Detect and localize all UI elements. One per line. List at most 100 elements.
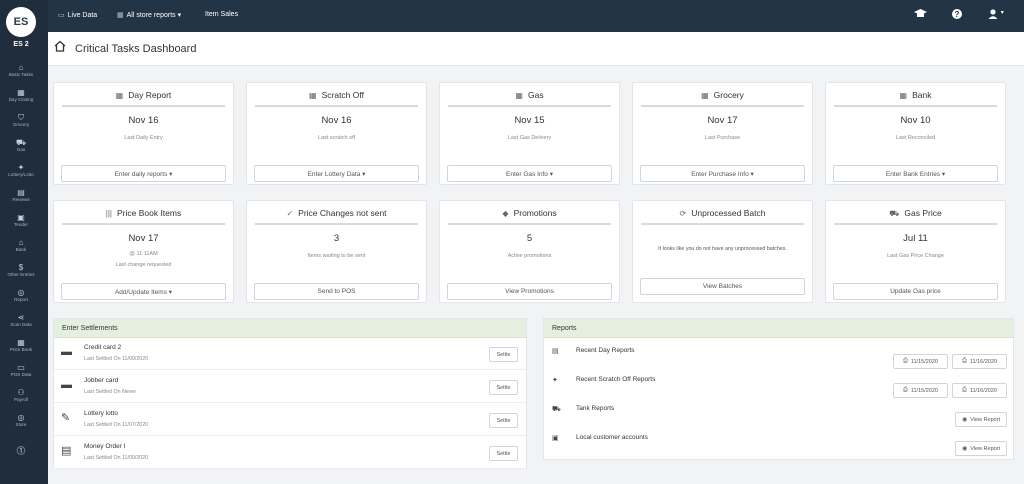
settlement-row: ✎ Lottery lotto Last Settled On 11/07/2020… <box>54 405 526 436</box>
sidebar-item-scan-data[interactable]: ⋖ Scan Data <box>0 308 42 333</box>
card-value: Nov 17 <box>707 115 738 126</box>
card-title: ▦ Bank <box>834 90 997 107</box>
grocery-icon: ⛉ <box>18 113 24 122</box>
unprocessed-batch-card: ⟳ Unprocessed Batch It looks like you do n… <box>632 200 813 303</box>
card-subtitle: Last Daily Entry <box>124 135 163 141</box>
report-button-label: 11/16/2020 <box>969 358 997 365</box>
page-title: Critical Tasks Dashboard <box>75 43 197 55</box>
bank-icon: ⌂ <box>18 238 24 247</box>
scratch-off-button[interactable]: Enter Lottery Data ▾ <box>254 165 419 182</box>
card-title: ◆ Promotions <box>448 208 611 225</box>
card-title: ⛟ Gas Price <box>834 208 997 225</box>
gas-price-button[interactable]: Update Gas price <box>833 283 998 300</box>
day-report-button[interactable]: Enter daily reports ▾ <box>61 165 226 182</box>
gas-button[interactable]: Enter Gas Info ▾ <box>447 165 612 182</box>
card-title-text: Promotions <box>513 208 557 218</box>
card-subtitle: Last Gas Delivery <box>507 135 552 141</box>
report-row: ✦ Recent Scratch Off Reports ⎙ 11/15/2020 ⎙ 1… <box>544 372 1013 401</box>
sidebar-nav: ⌂ Basic Tasks ▦ Day Closing ⛉ Grocery ⛟ Gas ✦ Lot… <box>0 58 42 433</box>
sidebar-item-report[interactable]: ◎ Report <box>0 283 42 308</box>
sidebar-item-store[interactable]: ◎ Store <box>0 408 42 433</box>
sidebar-item-tender[interactable]: ▣ Tender <box>0 208 42 233</box>
gas-price-card: ⛟ Gas Price Jul 11 Last Gas Price Change Upd… <box>825 200 1006 303</box>
card-title-text: Unprocessed Batch <box>691 208 766 218</box>
bank-card: ▦ Bank Nov 10 Last Reconciled Enter Bank Ent… <box>825 82 1006 185</box>
sidebar-item-reviews[interactable]: ▤ Reviews <box>0 183 42 208</box>
card-value: Nov 10 <box>900 115 931 126</box>
sidebar-item-label: Other Entries <box>7 272 35 277</box>
scratch-off-card: ▦ Scratch Off Nov 16 Last scratch off Enter … <box>246 82 427 185</box>
report-name: Recent Day Reports <box>576 347 635 354</box>
bank-button[interactable]: Enter Bank Entries ▾ <box>833 165 998 182</box>
view-report-button[interactable]: ◉ View Report <box>955 412 1007 427</box>
help-icon[interactable]: ? <box>952 9 962 22</box>
sidebar-item-gas[interactable]: ⛟ Gas <box>0 133 42 158</box>
lottery-lotto-icon: ✦ <box>17 163 25 172</box>
settle-button[interactable]: Settle <box>489 413 518 428</box>
card-value: 3 <box>333 233 340 244</box>
settle-button[interactable]: Settle <box>489 446 518 461</box>
item-sales-link[interactable]: Item Sales <box>205 11 238 18</box>
user-menu[interactable]: ▾ <box>988 9 1004 22</box>
settle-button[interactable]: Settle <box>489 347 518 362</box>
sidebar-item-other-entries[interactable]: $ Other Entries <box>0 258 42 283</box>
settlement-row: ▬ Credit card 2 Last Settled On 11/09/2020… <box>54 339 526 370</box>
sidebar-item-day-closing[interactable]: ▦ Day Closing <box>0 83 42 108</box>
id-card-icon: ▣ <box>552 435 559 442</box>
sidebar-item-bank[interactable]: ⌂ Bank <box>0 233 42 258</box>
sidebar-item-label: Report <box>14 297 28 302</box>
sidebar-item-grocery[interactable]: ⛉ Grocery <box>0 108 42 133</box>
credit-card-icon: ▬ <box>61 346 72 358</box>
grocery-card: ▦ Grocery Nov 17 Last Purchase Enter Purchas… <box>632 82 813 185</box>
sidebar-item-label: Price Book <box>9 347 33 352</box>
card-value: Nov 16 <box>128 115 159 126</box>
sidebar-item-payroll[interactable]: ⚇ Payroll <box>0 383 42 408</box>
report-row: ▣ Local customer accounts ◉ View Report <box>544 430 1013 459</box>
report-date-button[interactable]: ⎙ 11/15/2020 <box>893 354 948 369</box>
card-subtitle: Last Purchase <box>704 135 741 141</box>
sidebar-item-lottery-lotto[interactable]: ✦ Lottery/Lotto <box>0 158 42 183</box>
sidebar-item-pos-data[interactable]: ▭ POS Data <box>0 358 42 383</box>
user-icon <box>988 9 998 19</box>
ticket-icon: ✎ <box>61 412 71 424</box>
sidebar-item-basic-tasks[interactable]: ⌂ Basic Tasks <box>0 58 42 83</box>
price-book-items-button[interactable]: Add/Update Items ▾ <box>61 283 226 300</box>
report-date-button[interactable]: ⎙ 11/16/2020 <box>952 383 1007 398</box>
print-icon: ⎙ <box>903 358 908 364</box>
card-subtitle-2: Last change requested <box>115 262 172 268</box>
ticket-icon: ✦ <box>552 377 558 384</box>
report-date-button[interactable]: ⎙ 11/15/2020 <box>893 383 948 398</box>
info-icon[interactable]: ⓵ <box>0 444 42 457</box>
report-row: ▤ Recent Day Reports ⎙ 11/15/2020 ⎙ 11/16/202… <box>544 343 1013 372</box>
settlement-name: Lottery lotto <box>84 410 118 417</box>
settlement-date: Last Settled On Never <box>84 389 137 395</box>
home-icon[interactable] <box>54 40 66 55</box>
reports-title: Reports <box>544 319 1013 338</box>
card-title-text: Price Changes not sent <box>298 208 387 218</box>
card-title: ||| Price Book Items <box>62 208 225 225</box>
user-menu-caret: ▾ <box>1000 10 1004 16</box>
store-reports-dropdown[interactable]: ▦ All store reports ▾ <box>117 11 181 19</box>
avatar[interactable]: ES <box>6 7 36 37</box>
view-report-button[interactable]: ◉ View Report <box>955 441 1007 456</box>
report-name: Recent Scratch Off Reports <box>576 376 656 383</box>
live-data-link[interactable]: ▭ Live Data <box>58 11 97 19</box>
card-title: ▦ Day Report <box>62 90 225 107</box>
price-changes-not-sent-button[interactable]: Send to POS <box>254 283 419 300</box>
sidebar-item-label: Payroll <box>13 397 29 402</box>
unprocessed-batch-button[interactable]: View Batches <box>640 278 805 295</box>
grocery-button[interactable]: Enter Purchase Info ▾ <box>640 165 805 182</box>
card-title-text: Gas Price <box>904 208 942 218</box>
card-title-text: Scratch Off <box>321 90 364 100</box>
graduation-cap-icon[interactable] <box>914 9 927 22</box>
card-title: ▦ Gas <box>448 90 611 107</box>
report-date-button[interactable]: ⎙ 11/16/2020 <box>952 354 1007 369</box>
truck-icon: ⛟ <box>552 406 561 413</box>
store-reports-label: All store reports ▾ <box>126 12 182 19</box>
sidebar-item-price-book[interactable]: ▦ Price Book <box>0 333 42 358</box>
settle-button[interactable]: Settle <box>489 380 518 395</box>
credit-card-icon: ▬ <box>61 379 72 391</box>
svg-text:?: ? <box>955 10 960 19</box>
card-title: ▦ Grocery <box>641 90 804 107</box>
promotions-button[interactable]: View Promotions <box>447 283 612 300</box>
